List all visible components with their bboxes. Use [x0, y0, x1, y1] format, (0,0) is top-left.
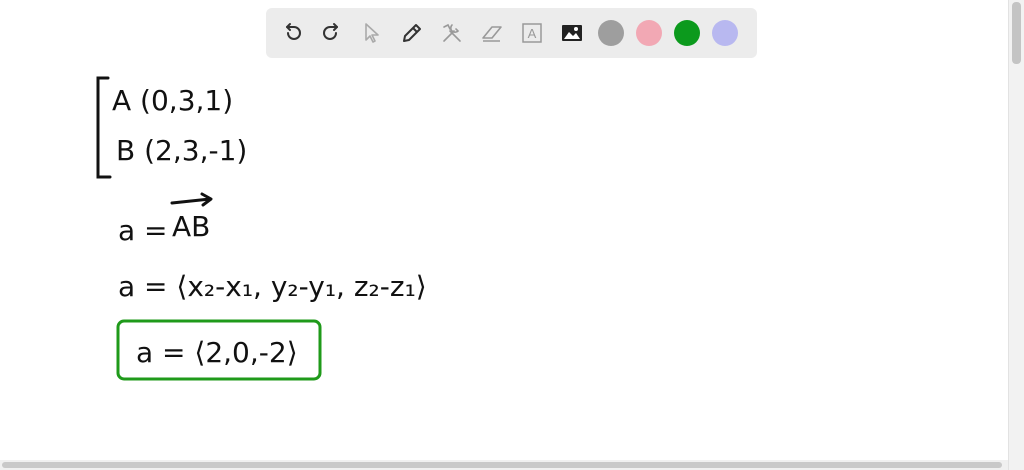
color-swatch-pink[interactable] — [636, 20, 662, 46]
drawing-toolbar: A — [266, 8, 757, 58]
pen-button[interactable] — [398, 19, 426, 47]
tools-icon — [443, 23, 461, 42]
system-bracket — [96, 76, 112, 179]
horizontal-scrollbar[interactable] — [0, 460, 1008, 470]
image-button[interactable] — [558, 19, 586, 47]
vector-def-lhs: a = — [118, 214, 168, 247]
point-b-text: B (2,3,-1) — [116, 134, 247, 167]
horizontal-scroll-thumb[interactable] — [2, 462, 1002, 468]
tools-button[interactable] — [438, 19, 466, 47]
undo-icon — [286, 23, 301, 40]
vertical-scroll-thumb[interactable] — [1012, 2, 1021, 64]
undo-button[interactable] — [278, 19, 306, 47]
pointer-icon — [365, 23, 379, 43]
pen-icon — [403, 24, 421, 42]
point-a-text: A (0,3,1) — [112, 84, 233, 117]
redo-icon — [323, 23, 338, 40]
text-icon: A — [522, 23, 542, 43]
pointer-button[interactable] — [358, 19, 386, 47]
vector-arrow — [170, 192, 213, 207]
color-swatch-green[interactable] — [674, 20, 700, 46]
text-button[interactable]: A — [518, 19, 546, 47]
color-swatch-gray[interactable] — [598, 20, 624, 46]
eraser-icon — [482, 26, 502, 42]
redo-button[interactable] — [318, 19, 346, 47]
svg-text:A: A — [528, 26, 537, 41]
result-text: a = ⟨2,0,-2⟩ — [136, 336, 298, 369]
vector-def-rhs: AB — [172, 210, 210, 243]
component-formula: a = ⟨x₂-x₁, y₂-y₁, z₂-z₁⟩ — [118, 270, 427, 303]
image-icon — [562, 25, 582, 41]
color-swatch-lavender[interactable] — [712, 20, 738, 46]
eraser-button[interactable] — [478, 19, 506, 47]
vertical-scrollbar[interactable] — [1008, 0, 1024, 470]
whiteboard-canvas[interactable]: A (0,3,1) B (2,3,-1) a = AB a = ⟨x₂-x₁, … — [0, 60, 1008, 460]
